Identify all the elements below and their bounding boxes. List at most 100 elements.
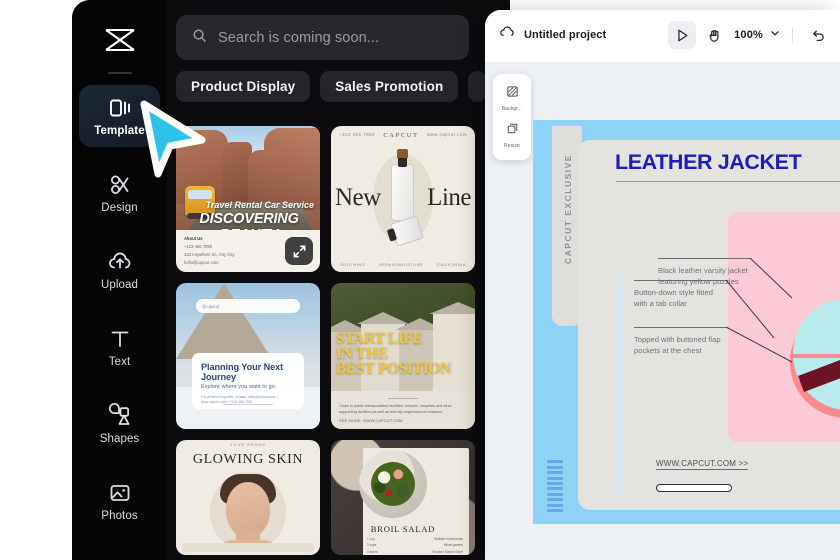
thumb-headline-line: BEST POSITION bbox=[336, 360, 452, 378]
capcut-logo-icon[interactable] bbox=[72, 18, 167, 62]
template-thumbnail-image: START LIFE IN THE BEST POSITION Close to… bbox=[331, 283, 475, 429]
editor-stage[interactable]: Backgr... Resize CAPCUT EXCLUSIVE LEATHE… bbox=[485, 62, 840, 560]
thumb-word-right: Line bbox=[427, 184, 471, 211]
mini-tool-resize[interactable]: Resize bbox=[493, 117, 531, 154]
thumb-subline: Explore where you want to go. bbox=[201, 384, 277, 390]
mini-tool-label: Backgr... bbox=[501, 106, 523, 112]
sidebar-item-more[interactable] bbox=[79, 544, 160, 560]
sidebar-item-label: Photos bbox=[101, 509, 138, 522]
thumb-top-right: www.capcut.com bbox=[427, 132, 467, 137]
footer-line: 123 Anywhere St., Any City bbox=[184, 252, 235, 257]
sidebar-item-label: Upload bbox=[100, 278, 139, 291]
mini-tool-label: Resize bbox=[504, 143, 520, 149]
template-kicker: Travel Rental Car Service bbox=[205, 200, 314, 210]
template-card-broil-salad[interactable]: BROIL SALAD 1 cup Shiitake mushrooms 2 c… bbox=[331, 440, 475, 555]
template-card-glowing-skin[interactable]: YOUR BRAND GLOWING SKIN bbox=[176, 440, 320, 555]
design-canvas[interactable]: CAPCUT EXCLUSIVE LEATHER JACKET Black le… bbox=[533, 120, 840, 524]
sidebar-item-text[interactable]: Text bbox=[79, 316, 160, 378]
chip-product-display[interactable]: Product Display bbox=[176, 71, 311, 102]
upload-cloud-icon bbox=[107, 249, 133, 275]
project-info[interactable]: Untitled project bbox=[499, 24, 606, 45]
thumb-headline-line: IN THE bbox=[336, 345, 388, 363]
thumb-footer-item: SOOTHING bbox=[340, 262, 366, 267]
design-icon bbox=[107, 172, 133, 198]
template-panel-shell: Template Design Upload Text Shapes Photo… bbox=[72, 0, 510, 560]
cloud-save-icon bbox=[499, 24, 515, 45]
capcut-editor-app: Template Design Upload Text Shapes Photo… bbox=[0, 0, 840, 560]
search-icon bbox=[192, 28, 207, 48]
rail-divider bbox=[108, 72, 132, 74]
template-thumbnail-image: @capcut Planning Your Next Journey Explo… bbox=[176, 283, 320, 429]
sidebar-item-template[interactable]: Template bbox=[79, 85, 160, 147]
mini-tool-background[interactable]: Backgr... bbox=[493, 80, 531, 117]
side-label: CAPCUT EXCLUSIVE bbox=[563, 154, 573, 264]
zoom-level[interactable]: 100% bbox=[732, 29, 765, 41]
toolbar-divider bbox=[792, 27, 793, 43]
resize-icon bbox=[506, 122, 519, 140]
template-icon bbox=[107, 95, 133, 121]
sidebar-item-label: Shapes bbox=[99, 432, 140, 445]
sidebar-item-shapes[interactable]: Shapes bbox=[79, 393, 160, 455]
expand-icon[interactable] bbox=[285, 237, 313, 265]
salad-plate-graphic bbox=[359, 450, 427, 518]
sidebar-item-label: Text bbox=[108, 355, 131, 368]
thumb-cta: SEE MORE: WWW.CAPCUT.COM bbox=[339, 419, 403, 424]
footer-line: +123 456 7890 bbox=[184, 244, 213, 249]
template-browser: Search is coming soon... Product Display… bbox=[167, 0, 510, 560]
sidebar-item-label: Design bbox=[101, 201, 138, 214]
thumb-headline: Planning Your Next Journey bbox=[201, 362, 284, 382]
thumb-top-left: +123 456 7890 bbox=[339, 132, 375, 137]
template-card-start-life-best-position[interactable]: START LIFE IN THE BEST POSITION Close to… bbox=[331, 283, 475, 429]
template-thumbnail-image: BROIL SALAD 1 cup Shiitake mushrooms 2 c… bbox=[331, 440, 475, 555]
design-url[interactable]: WWW.CAPCUT.COM >> bbox=[656, 459, 749, 470]
thumb-word-left: New bbox=[335, 184, 381, 211]
sidebar-item-photos[interactable]: Photos bbox=[79, 470, 160, 532]
hand-pan-icon[interactable] bbox=[700, 21, 728, 49]
thumb-headline: BROIL SALAD bbox=[370, 524, 436, 534]
thumb-headline: GLOWING SKIN bbox=[192, 452, 304, 467]
template-card-travel-rental-car[interactable]: Travel Rental Car Service DISCOVERING BE… bbox=[176, 126, 320, 272]
sidebar-item-design[interactable]: Design bbox=[79, 162, 160, 224]
template-thumbnail-image: Travel Rental Car Service DISCOVERING BE… bbox=[176, 126, 320, 230]
sidebar-item-label: Template bbox=[94, 124, 145, 137]
thumb-handle: @capcut bbox=[196, 299, 300, 313]
template-card-planning-next-journey[interactable]: @capcut Planning Your Next Journey Explo… bbox=[176, 283, 320, 429]
project-name[interactable]: Untitled project bbox=[524, 29, 606, 41]
thumb-footer-item: CALIFORNIA bbox=[436, 262, 466, 267]
design-pill bbox=[656, 484, 732, 492]
footer-title: About Us bbox=[184, 236, 203, 241]
thumb-footer-item: REPAIR/MOISTURE bbox=[379, 262, 424, 267]
ingredient-list: 1 cup Shiitake mushrooms 2 cups Mixed gr… bbox=[367, 536, 463, 555]
design-sheet: LEATHER JACKET $ bbox=[578, 140, 840, 510]
search-input[interactable]: Search is coming soon... bbox=[176, 15, 469, 60]
chip-sales-promotion[interactable]: Sales Promotion bbox=[320, 71, 459, 102]
cursor-select-icon[interactable] bbox=[668, 21, 697, 49]
list-item: 4 slices Smoked Salmon Beef bbox=[367, 549, 463, 555]
bottle-graphic bbox=[391, 149, 414, 221]
template-grid: Travel Rental Car Service DISCOVERING BE… bbox=[176, 126, 510, 555]
leader-lines bbox=[725, 257, 793, 363]
sidebar-item-upload[interactable]: Upload bbox=[79, 239, 160, 301]
photos-icon bbox=[107, 480, 133, 506]
editor-window: Untitled project 100% Backgr... Resize C… bbox=[485, 10, 840, 560]
chevron-down-icon[interactable] bbox=[769, 26, 781, 44]
editor-topbar: Untitled project 100% bbox=[485, 10, 840, 62]
undo-icon[interactable] bbox=[804, 21, 832, 49]
thumb-headline-line: START LIFE bbox=[336, 330, 423, 347]
template-card-new-line-cosmetics[interactable]: +123 456 7890 CAPCUT www.capcut.com New … bbox=[331, 126, 475, 272]
equalizer-bars-graphic bbox=[547, 460, 563, 512]
background-icon bbox=[506, 85, 519, 103]
search-placeholder: Search is coming soon... bbox=[218, 29, 380, 46]
chip-next-partial[interactable] bbox=[468, 71, 487, 102]
editor-tools: 100% bbox=[668, 21, 832, 49]
thumb-brand: YOUR BRAND bbox=[230, 443, 266, 447]
thumb-brand: CAPCUT bbox=[383, 132, 419, 139]
template-headline: DISCOVERING BEAUTY bbox=[199, 211, 299, 230]
text-icon bbox=[107, 326, 133, 352]
ingredient-item: Smoked Salmon Beef bbox=[432, 549, 463, 554]
portrait-graphic bbox=[210, 472, 286, 552]
thumb-body: Close to public transportation facilitie… bbox=[339, 404, 452, 415]
left-nav-rail: Template Design Upload Text Shapes Photo… bbox=[72, 0, 167, 560]
footer-line: hello@capcut.com bbox=[184, 260, 219, 265]
floating-mini-toolbar: Backgr... Resize bbox=[493, 74, 531, 160]
